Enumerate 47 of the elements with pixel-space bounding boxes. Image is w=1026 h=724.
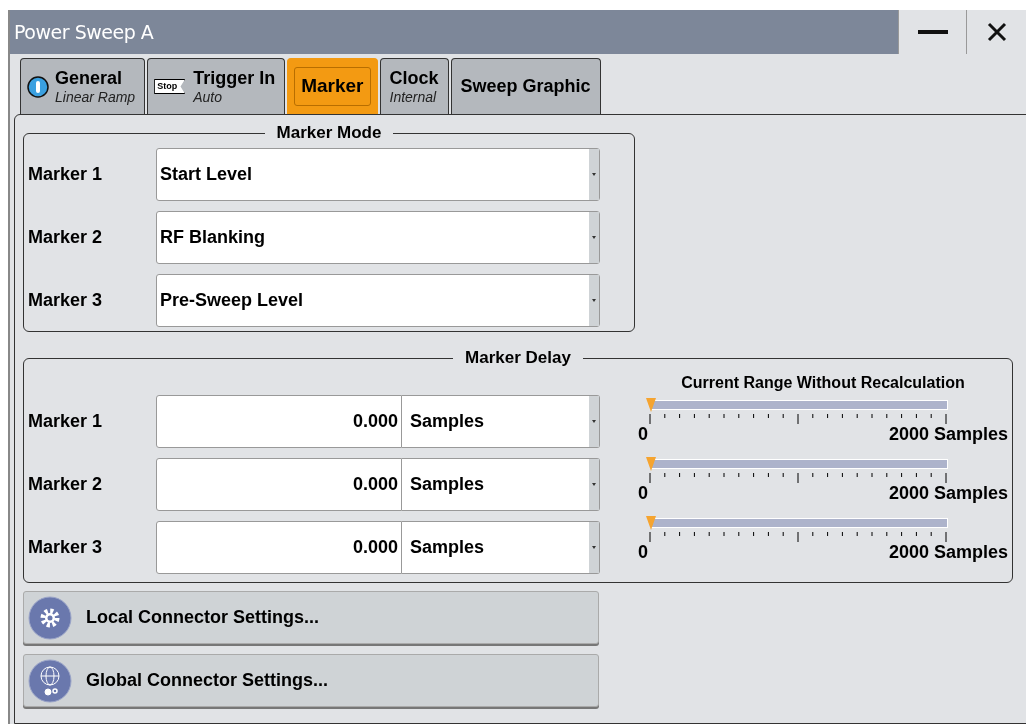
slider-marker[interactable] <box>646 516 656 530</box>
caret-icon <box>592 299 596 302</box>
caret-icon <box>592 546 596 549</box>
caret-icon <box>592 420 596 423</box>
gear-icon <box>28 595 72 640</box>
tab[interactable]: Marker <box>287 58 378 114</box>
value-field[interactable]: 0.000 <box>156 458 402 511</box>
globe-gear-icon <box>28 658 72 703</box>
row-label: Marker 2 <box>28 473 104 496</box>
row-label: Marker 1 <box>28 163 104 186</box>
settings-button[interactable]: Global Connector Settings... <box>23 654 599 707</box>
caret-icon <box>592 173 596 176</box>
minimize-icon <box>917 30 948 34</box>
stop-flag-icon: Stop <box>154 79 186 94</box>
caret-icon <box>592 483 596 486</box>
dropdown[interactable]: Start Level <box>156 148 600 201</box>
settings-button[interactable]: Local Connector Settings... <box>23 591 599 644</box>
close-icon <box>986 22 1007 42</box>
range-max: 2000 Samples <box>888 424 1008 444</box>
unit-dropdown[interactable]: Samples <box>402 521 600 574</box>
tab[interactable]: General Linear Ramp <box>20 58 146 114</box>
slider-marker[interactable] <box>646 398 656 412</box>
row-label: Marker 1 <box>28 410 104 433</box>
dropdown[interactable]: RF Blanking <box>156 211 600 264</box>
unit-dropdown[interactable]: Samples <box>402 395 600 448</box>
minimize-button[interactable] <box>898 10 966 54</box>
tab[interactable]: Sweep Graphic <box>450 58 601 114</box>
row-label: Marker 2 <box>28 226 104 249</box>
tab[interactable]: Clock Internal <box>379 58 449 114</box>
window-title: Power Sweep A <box>13 19 154 45</box>
range-min: 0 <box>638 483 648 503</box>
range-min: 0 <box>638 542 648 562</box>
value-field[interactable]: 0.000 <box>156 395 402 448</box>
dropdown[interactable]: Pre-Sweep Level <box>156 274 600 327</box>
range-min: 0 <box>638 424 648 444</box>
caret-icon <box>592 236 596 239</box>
range-max: 2000 Samples <box>888 483 1008 503</box>
unit-dropdown[interactable]: Samples <box>402 458 600 511</box>
value-field[interactable]: 0.000 <box>156 521 402 574</box>
tab[interactable]: Stop Trigger In Auto <box>147 58 286 114</box>
row-label: Marker 3 <box>28 536 104 559</box>
range-title: Current Range Without Recalculation <box>680 373 966 393</box>
row-label: Marker 3 <box>28 289 104 312</box>
info-icon <box>27 75 49 98</box>
range-max: 2000 Samples <box>888 542 1008 562</box>
slider-marker[interactable] <box>646 457 656 471</box>
close-button[interactable] <box>966 10 1026 54</box>
